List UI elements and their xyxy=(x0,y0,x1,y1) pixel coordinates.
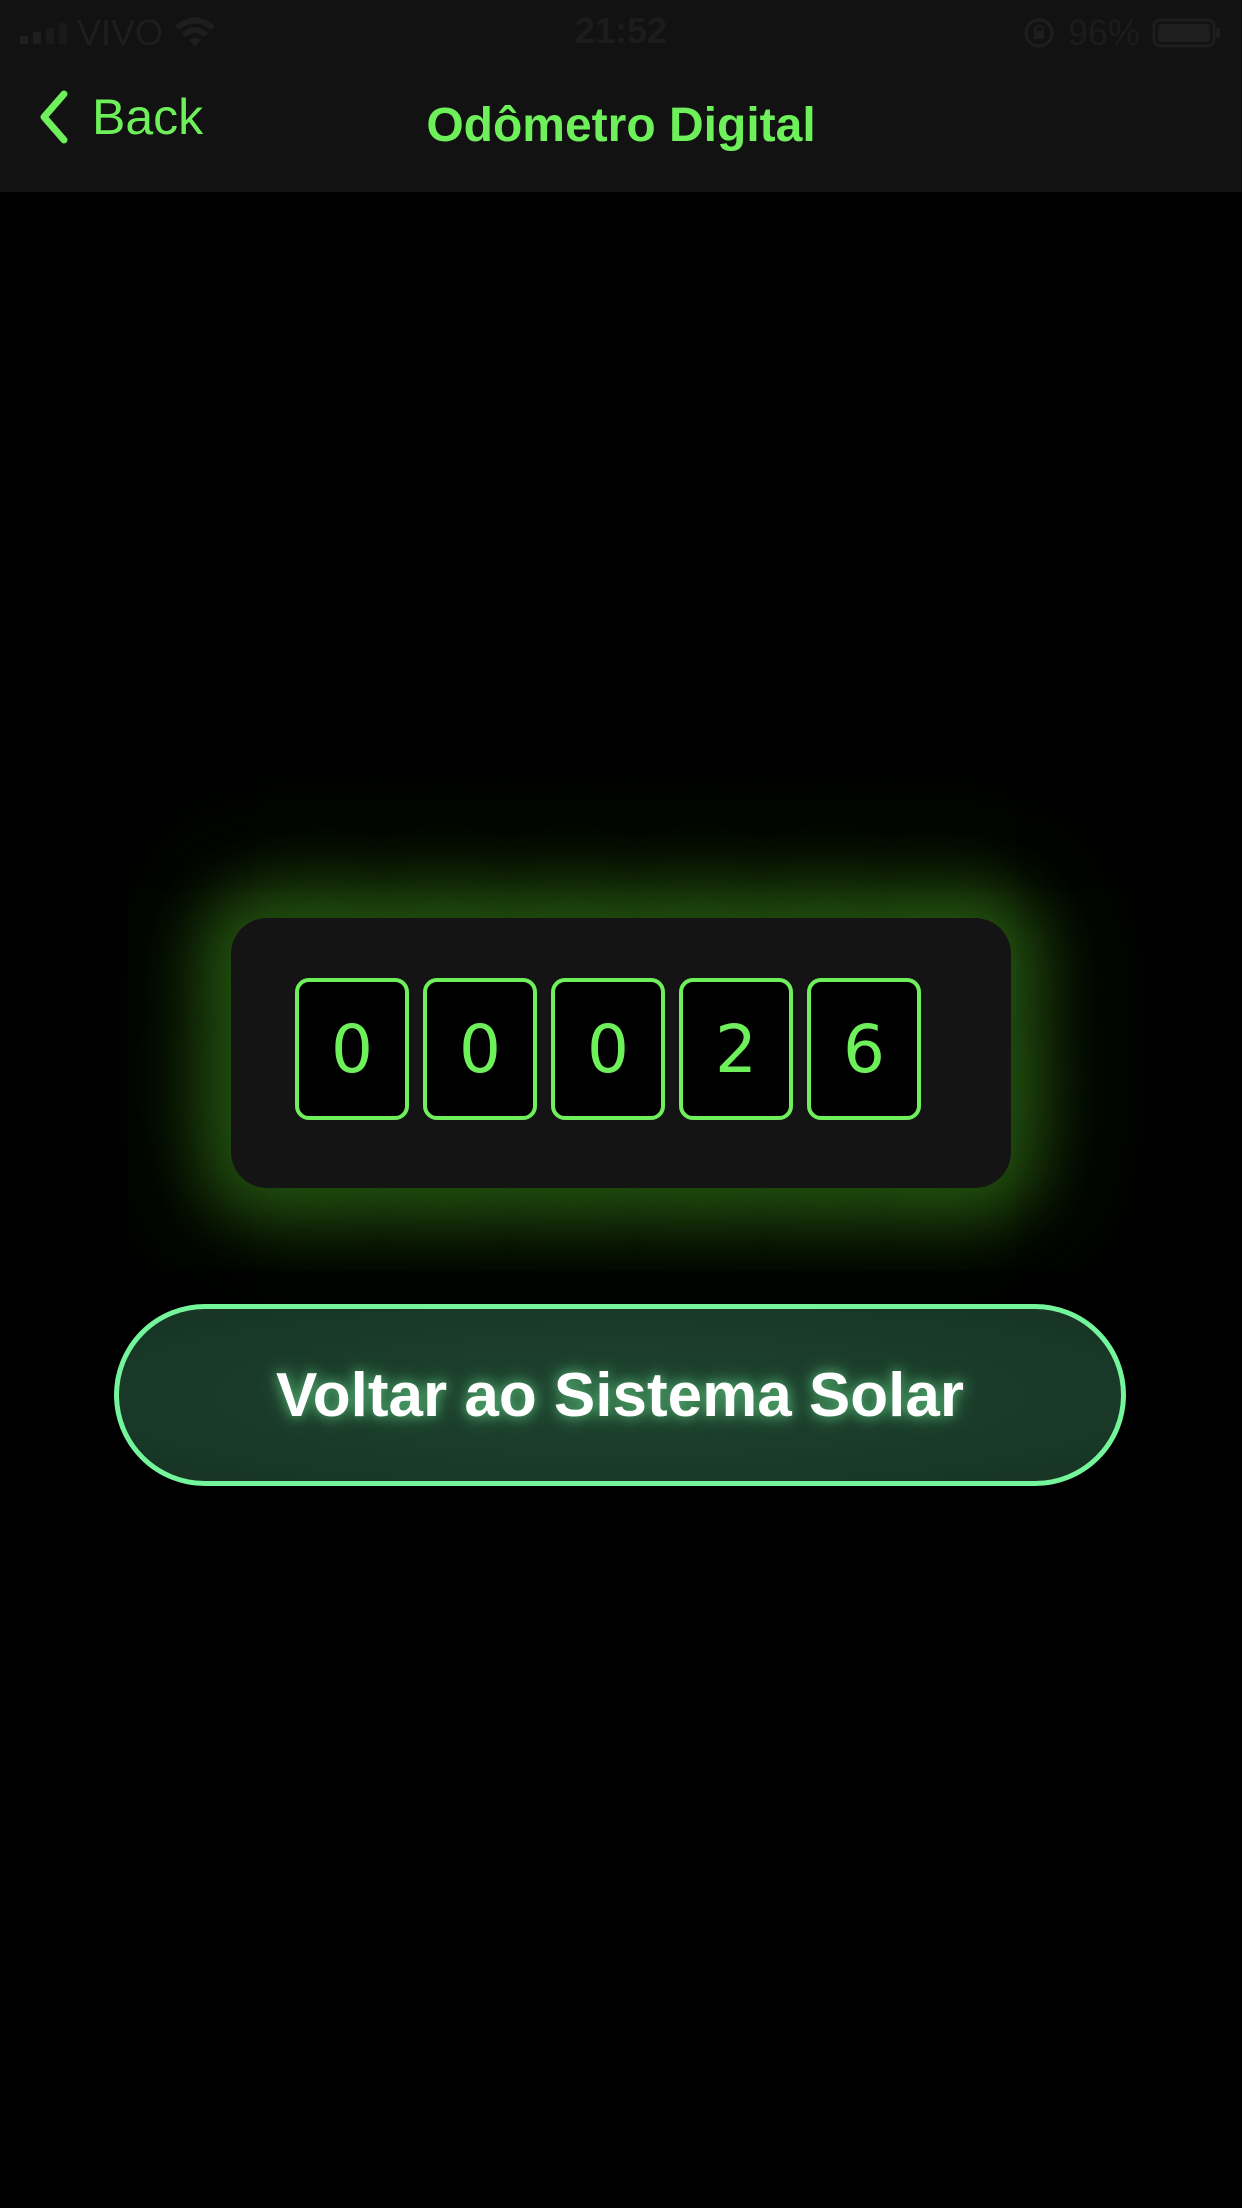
status-right: 96% xyxy=(1022,12,1222,54)
odometer-digit: 2 xyxy=(679,978,793,1120)
odometer-digit: 0 xyxy=(295,978,409,1120)
back-to-solar-system-button[interactable]: Voltar ao Sistema Solar xyxy=(114,1304,1126,1486)
odometer-digits: 0 0 0 2 6 xyxy=(295,978,921,1120)
page-title: Odômetro Digital xyxy=(426,99,816,152)
odometer-digit: 6 xyxy=(807,978,921,1120)
battery-icon xyxy=(1152,18,1220,48)
solar-button-label: Voltar ao Sistema Solar xyxy=(276,1360,964,1430)
odometer-digit: 0 xyxy=(423,978,537,1120)
navigation-bar: Back Odômetro Digital xyxy=(0,60,1242,192)
status-bar: VIVO 21:52 96% xyxy=(0,0,1242,60)
odometer-digit: 0 xyxy=(551,978,665,1120)
odometer-panel: 0 0 0 2 6 xyxy=(231,918,1011,1188)
rotation-lock-icon xyxy=(1024,18,1054,48)
battery-percent: 96% xyxy=(1067,12,1140,53)
